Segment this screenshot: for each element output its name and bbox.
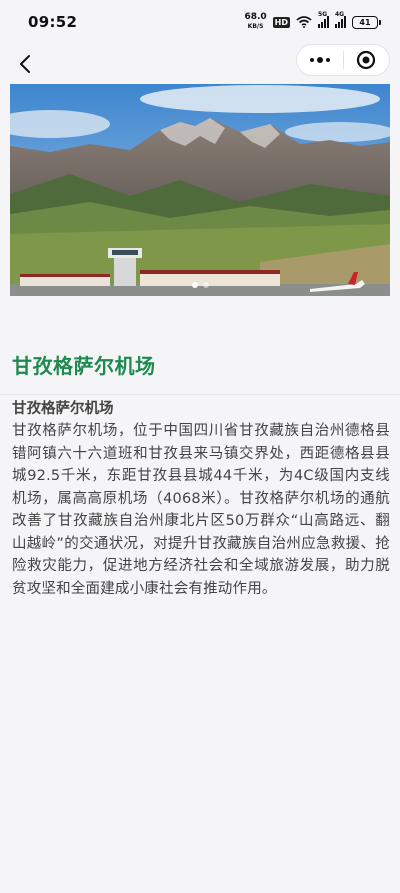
battery-level: 41	[359, 17, 371, 27]
status-icons: 68.0 KB/S HD 5G 4G 41	[244, 11, 381, 31]
divider	[0, 394, 400, 395]
more-dots-icon	[309, 57, 330, 63]
mini-program-capsule	[296, 44, 390, 76]
status-time: 09:52	[28, 13, 78, 31]
airport-banner-image	[10, 84, 390, 296]
carousel-dot[interactable]	[202, 282, 209, 288]
carousel-indicator	[10, 282, 390, 288]
back-button[interactable]	[10, 49, 40, 79]
chevron-left-icon	[20, 55, 30, 73]
content-heading: 甘孜格萨尔机场	[12, 401, 114, 417]
status-bar: 09:52 68.0 KB/S HD 5G 4G 41	[0, 0, 400, 44]
more-button[interactable]	[297, 45, 343, 75]
net-speed-value: 68.0	[244, 12, 267, 22]
close-button[interactable]	[343, 45, 389, 75]
signal-icon: 4G	[335, 11, 346, 28]
battery-icon: 41	[352, 15, 381, 29]
signal-tag: 5G	[318, 11, 328, 18]
hd-badge: HD	[272, 16, 290, 28]
carousel-dot[interactable]	[191, 282, 198, 288]
wifi-icon	[296, 16, 312, 28]
signal-icon: 5G	[318, 11, 329, 28]
content-body: 甘孜格萨尔机场，位于中国四川省甘孜藏族自治州德格县错阿镇六十六道班和甘孜县来马镇…	[12, 423, 390, 597]
banner-carousel[interactable]	[10, 84, 390, 296]
article-content: 甘孜格萨尔机场 甘孜格萨尔机场，位于中国四川省甘孜藏族自治州德格县错阿镇六十六道…	[12, 398, 390, 600]
net-speed-unit: KB/S	[247, 23, 264, 30]
page-title: 甘孜格萨尔机场	[12, 354, 156, 378]
close-target-icon	[357, 50, 376, 70]
nav-bar	[0, 44, 400, 84]
signal-tag: 4G	[335, 11, 345, 18]
net-speed: 68.0 KB/S	[244, 13, 266, 31]
